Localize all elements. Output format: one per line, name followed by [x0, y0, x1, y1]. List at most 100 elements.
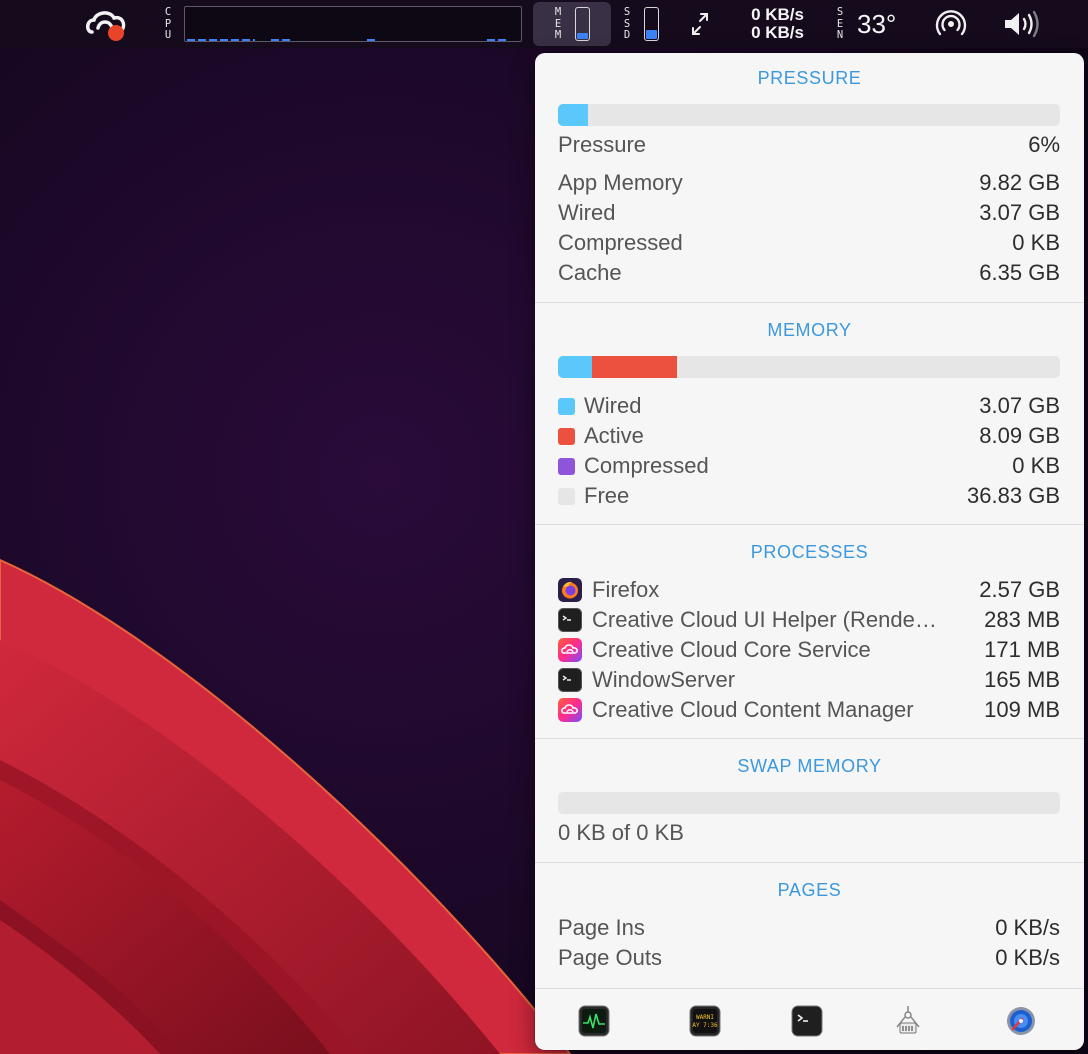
console-icon-text-1: WARNI	[696, 1014, 714, 1021]
row-value: 0 KB	[1012, 230, 1060, 255]
swap-usage-bar	[558, 792, 1060, 814]
firefox-icon	[558, 578, 582, 602]
menubar-overflow-edge	[1078, 10, 1088, 38]
quick-launch-toolbar: WARNI AY 7:36	[535, 988, 1084, 1050]
memory-usage-bar	[558, 356, 1060, 378]
legend-swatch	[558, 458, 575, 475]
legend-row-compressed: Compressed 0 KB	[558, 451, 1060, 481]
network-arrows-icon[interactable]	[690, 12, 710, 36]
network-speed-readout[interactable]: 0 KB/s 0 KB/s	[730, 6, 804, 42]
legend-value: 36.83 GB	[967, 483, 1060, 508]
process-row-windowserver[interactable]: WindowServer 165 MB	[558, 665, 1060, 695]
creative-cloud-icon	[558, 638, 582, 662]
console-icon[interactable]: WARNI AY 7:36	[689, 1005, 721, 1037]
sensors-label: SEN	[836, 6, 844, 41]
process-name: Creative Cloud Content Manager	[592, 697, 914, 722]
process-row-cc-core-service[interactable]: Creative Cloud Core Service 171 MB	[558, 635, 1060, 665]
legend-swatch	[558, 488, 575, 505]
swap-memory-section: SWAP MEMORY 0 KB of 0 KB	[535, 739, 1084, 862]
legend-swatch	[558, 398, 575, 415]
page-ins-row: Page Ins 0 KB/s	[558, 913, 1060, 943]
process-memory: 109 MB	[984, 697, 1060, 722]
process-name: Creative Cloud UI Helper (Renderer)	[592, 607, 942, 632]
process-name: Creative Cloud Core Service	[592, 637, 871, 662]
process-name: WindowServer	[592, 667, 736, 692]
menu-bar: CPU MEM SSD 0 KB/s 0 KB/s SEN 33°	[0, 0, 1088, 48]
ssd-label: SSD	[623, 6, 631, 41]
process-memory: 165 MB	[984, 667, 1060, 692]
process-name: Firefox	[592, 577, 660, 602]
cpu-usage-graph[interactable]	[184, 6, 522, 42]
app-memory-row: App Memory 9.82 GB	[558, 168, 1060, 198]
row-label: Cache	[558, 260, 622, 285]
console-icon-text-2: AY 7:36	[692, 1022, 718, 1029]
legend-row-wired: Wired 3.07 GB	[558, 391, 1060, 421]
section-title-pressure: PRESSURE	[757, 68, 862, 88]
cache-row: Cache 6.35 GB	[558, 258, 1060, 288]
activity-monitor-icon[interactable]	[578, 1005, 610, 1037]
legend-label: Compressed	[584, 453, 709, 478]
pages-section: PAGES Page Ins 0 KB/s Page Outs 0 KB/s	[535, 863, 1084, 988]
processes-section: PROCESSES Firefox 2.57 GB Creative Cloud…	[535, 525, 1084, 738]
cpu-label: CPU	[164, 6, 172, 41]
pressure-bar	[558, 104, 1060, 126]
process-memory: 171 MB	[984, 637, 1060, 662]
pressure-row: Pressure 6%	[558, 130, 1060, 160]
download-speed: 0 KB/s	[751, 23, 804, 42]
row-label: Page Ins	[558, 915, 645, 940]
page-outs-row: Page Outs 0 KB/s	[558, 943, 1060, 973]
mem-usage-gauge[interactable]	[575, 7, 590, 41]
row-value: 9.82 GB	[979, 170, 1060, 195]
airdrop-icon[interactable]	[934, 8, 968, 40]
memory-section: MEMORY Wired 3.07 GB Active 8.09 GB Comp…	[535, 303, 1084, 524]
memory-bar-active	[592, 356, 678, 378]
mem-label: MEM	[554, 6, 562, 41]
terminal-icon[interactable]	[791, 1005, 823, 1037]
terminal-icon	[558, 668, 582, 692]
process-memory: 283 MB	[984, 607, 1060, 632]
legend-value: 8.09 GB	[979, 423, 1060, 448]
legend-row-free: Free 36.83 GB	[558, 481, 1060, 511]
row-value: 3.07 GB	[979, 200, 1060, 225]
pressure-section: PRESSURE Pressure 6% App Memory 9.82 GB …	[535, 53, 1084, 302]
legend-value: 3.07 GB	[979, 393, 1060, 418]
pressure-value: 6%	[1028, 132, 1060, 157]
row-label: Compressed	[558, 230, 683, 255]
section-title-swap: SWAP MEMORY	[737, 756, 882, 776]
wired-row: Wired 3.07 GB	[558, 198, 1060, 228]
cpu-graph-lines	[187, 39, 507, 41]
swap-summary: 0 KB of 0 KB	[558, 820, 684, 845]
compressed-row: Compressed 0 KB	[558, 228, 1060, 258]
legend-value: 0 KB	[1012, 453, 1060, 478]
terminal-icon	[558, 608, 582, 632]
row-value: 6.35 GB	[979, 260, 1060, 285]
creative-cloud-icon	[558, 698, 582, 722]
legend-row-active: Active 8.09 GB	[558, 421, 1060, 451]
disk-utility-icon[interactable]	[1005, 1005, 1037, 1037]
section-title-pages: PAGES	[777, 880, 842, 900]
mem-gauge-fill	[577, 33, 588, 39]
temperature-value[interactable]: 33°	[857, 9, 896, 40]
mem-menubar-item-highlight[interactable]	[533, 2, 611, 46]
process-row-firefox[interactable]: Firefox 2.57 GB	[558, 575, 1060, 605]
swap-summary-row: 0 KB of 0 KB	[558, 818, 1060, 848]
legend-label: Free	[584, 483, 630, 508]
pressure-bar-fill	[558, 104, 589, 126]
volume-icon[interactable]	[1001, 10, 1045, 38]
process-row-cc-ui-helper[interactable]: Creative Cloud UI Helper (Renderer) 283 …	[558, 605, 1060, 635]
creative-cloud-menubar-icon[interactable]	[84, 6, 130, 46]
legend-label: Active	[584, 423, 644, 448]
memory-bar-wired	[558, 356, 593, 378]
legend-swatch	[558, 428, 575, 445]
ssd-usage-gauge[interactable]	[644, 7, 659, 41]
row-label: App Memory	[558, 170, 683, 195]
row-value: 0 KB/s	[995, 915, 1060, 940]
section-title-memory: MEMORY	[767, 320, 852, 340]
memory-popup-panel: PRESSURE Pressure 6% App Memory 9.82 GB …	[535, 53, 1084, 1050]
process-memory: 2.57 GB	[979, 577, 1060, 602]
upload-speed: 0 KB/s	[751, 5, 804, 24]
system-information-icon[interactable]	[892, 1005, 924, 1037]
pressure-label: Pressure	[558, 132, 647, 157]
process-row-cc-content-manager[interactable]: Creative Cloud Content Manager 109 MB	[558, 695, 1060, 725]
ssd-gauge-fill	[646, 30, 657, 39]
